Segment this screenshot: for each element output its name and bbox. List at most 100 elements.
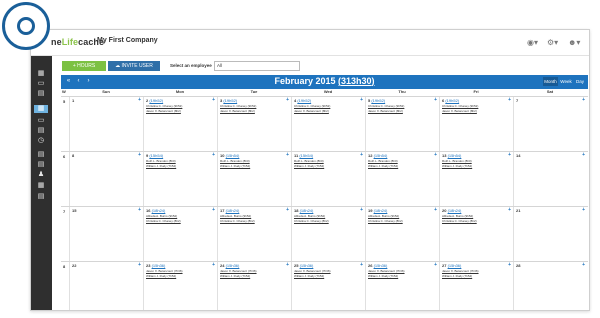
add-entry-plus-icon[interactable]: + xyxy=(360,263,363,268)
time-entry[interactable]: Alfreda A. Burns (9h52) xyxy=(442,214,473,218)
calendar-day-cell[interactable]: 13 (15h54) + Ruth L. Brandon (8h0) William … xyxy=(439,152,513,206)
calendar-day-cell[interactable]: 22 + xyxy=(69,262,143,310)
time-entry[interactable]: William J. Rudy (7h54) xyxy=(220,164,250,168)
employee-select[interactable]: All xyxy=(214,61,300,71)
add-entry-plus-icon[interactable]: + xyxy=(582,153,585,158)
day-total-hours[interactable]: (19h52) xyxy=(149,98,163,103)
add-entry-plus-icon[interactable]: + xyxy=(434,263,437,268)
time-entry[interactable]: Jason X. Betancourt (7h36) xyxy=(294,269,331,273)
day-total-hours[interactable]: (15h36) xyxy=(152,263,166,268)
add-entry-plus-icon[interactable]: + xyxy=(212,208,215,213)
calendar-day-cell[interactable]: 9 (15h54) + Ruth L. Brandon (8h0) William J… xyxy=(143,152,217,206)
time-entry[interactable]: William J. Rudy (7h54) xyxy=(220,274,250,278)
time-entry[interactable]: William J. Rudy (7h54) xyxy=(146,164,176,168)
users-icon[interactable]: ♟ xyxy=(36,171,46,179)
add-entry-plus-icon[interactable]: + xyxy=(138,263,141,268)
time-entry[interactable]: Ruth L. Brandon (8h0) xyxy=(146,159,176,163)
day-total-hours[interactable]: (19h52) xyxy=(445,98,459,103)
time-entry[interactable]: William J. Rudy (7h54) xyxy=(442,274,472,278)
calendar-day-cell[interactable]: 4 (19h52) + Christina C. Chaney (9h52) Jaso… xyxy=(291,97,365,151)
calendar-active-icon[interactable]: ▦ xyxy=(34,105,48,113)
day-total-hours[interactable]: (15h36) xyxy=(300,263,314,268)
day-total-hours[interactable]: (19h52) xyxy=(371,98,385,103)
day-total-hours[interactable]: (18h24) xyxy=(226,208,240,213)
calendar-day-cell[interactable]: 3 (19h52) + Christina C. Chaney (9h52) Jaso… xyxy=(217,97,291,151)
settings-icon[interactable]: ⚙▾ xyxy=(547,38,558,47)
add-entry-plus-icon[interactable]: + xyxy=(508,208,511,213)
time-entry[interactable]: Jason X. Betancourt (8h2) xyxy=(368,109,403,113)
time-entry[interactable]: William J. Rudy (7h54) xyxy=(146,274,176,278)
time-entry[interactable]: Jason X. Betancourt (8h2) xyxy=(294,109,329,113)
add-entry-plus-icon[interactable]: + xyxy=(212,263,215,268)
view-day-button[interactable]: Day xyxy=(574,77,586,86)
calendar-day-cell[interactable]: 27 (15h36) + Jason X. Betancourt (7h36) Wil… xyxy=(439,262,513,310)
add-entry-plus-icon[interactable]: + xyxy=(434,208,437,213)
day-total-hours[interactable]: (15h36) xyxy=(374,263,388,268)
day-total-hours[interactable]: (15h54) xyxy=(374,153,388,158)
add-entry-plus-icon[interactable]: + xyxy=(138,153,141,158)
day-total-hours[interactable]: (18h24) xyxy=(300,208,314,213)
day-total-hours[interactable]: (15h54) xyxy=(448,153,462,158)
time-entry[interactable]: Christina C. Chaney (8h2) xyxy=(146,219,181,223)
add-entry-plus-icon[interactable]: + xyxy=(582,98,585,103)
time-entry[interactable]: Christina C. Chaney (9h52) xyxy=(146,104,182,108)
add-entry-plus-icon[interactable]: + xyxy=(582,263,585,268)
calendar-day-cell[interactable]: 16 (18h24) + Alfreda A. Burns (9h52) Christ… xyxy=(143,207,217,261)
calendar-day-cell[interactable]: 7 + xyxy=(513,97,587,151)
time-entry[interactable]: Jason X. Betancourt (8h2) xyxy=(146,109,181,113)
user-icon[interactable]: ☻▾ xyxy=(568,38,580,47)
time-entry[interactable]: William J. Rudy (7h54) xyxy=(442,164,472,168)
calendar-day-cell[interactable]: 11 (15h54) + Ruth L. Brandon (8h0) William … xyxy=(291,152,365,206)
add-entry-plus-icon[interactable]: + xyxy=(508,98,511,103)
add-entry-plus-icon[interactable]: + xyxy=(434,153,437,158)
day-total-hours[interactable]: (19h52) xyxy=(223,98,237,103)
time-entry[interactable]: William J. Rudy (7h54) xyxy=(368,274,398,278)
calendar-day-cell[interactable]: 19 (18h24) + Alfreda A. Burns (9h52) Christ… xyxy=(365,207,439,261)
time-entry[interactable]: Alfreda A. Burns (9h52) xyxy=(368,214,399,218)
clock-icon[interactable]: ◷ xyxy=(36,137,46,145)
time-entry[interactable]: Jason X. Betancourt (7h36) xyxy=(368,269,405,273)
day-total-hours[interactable]: (18h24) xyxy=(152,208,166,213)
day-total-hours[interactable]: (15h54) xyxy=(226,153,240,158)
time-entry[interactable]: Jason X. Betancourt (8h2) xyxy=(220,109,255,113)
view-month-button[interactable]: Month xyxy=(543,77,558,86)
time-entry[interactable]: Jason X. Betancourt (8h2) xyxy=(442,109,477,113)
day-total-hours[interactable]: (15h54) xyxy=(149,153,163,158)
calendar-day-cell[interactable]: 12 (15h54) + Ruth L. Brandon (8h0) William … xyxy=(365,152,439,206)
time-entry[interactable]: Christina C. Chaney (9h52) xyxy=(294,104,330,108)
day-total-hours[interactable]: (15h54) xyxy=(299,153,313,158)
calendar-day-cell[interactable]: 1 + xyxy=(69,97,143,151)
time-entry[interactable]: Christina C. Chaney (9h52) xyxy=(220,104,256,108)
add-entry-plus-icon[interactable]: + xyxy=(212,98,215,103)
calendar-day-cell[interactable]: 14 + xyxy=(513,152,587,206)
calendar-icon[interactable]: ▦ xyxy=(36,70,46,78)
document-icon[interactable]: ▤ xyxy=(36,161,46,169)
time-entry[interactable]: Alfreda A. Burns (9h52) xyxy=(146,214,177,218)
file-icon[interactable]: ▤ xyxy=(36,151,46,159)
add-entry-plus-icon[interactable]: + xyxy=(286,153,289,158)
clipboard-icon[interactable]: ▤ xyxy=(36,90,46,98)
time-entry[interactable]: Jason X. Betancourt (7h36) xyxy=(442,269,479,273)
add-entry-plus-icon[interactable]: + xyxy=(360,208,363,213)
time-entry[interactable]: Alfreda A. Burns (9h52) xyxy=(294,214,325,218)
folder-icon[interactable]: ▭ xyxy=(36,117,46,125)
report-icon[interactable]: ▦ xyxy=(36,182,46,190)
time-entry[interactable]: William J. Rudy (7h54) xyxy=(294,274,324,278)
add-entry-plus-icon[interactable]: + xyxy=(360,98,363,103)
calendar-day-cell[interactable]: 15 + xyxy=(69,207,143,261)
add-entry-plus-icon[interactable]: + xyxy=(508,263,511,268)
add-hours-button[interactable]: + HOURS xyxy=(62,61,106,71)
day-total-hours[interactable]: (19h52) xyxy=(297,98,311,103)
view-week-button[interactable]: Week xyxy=(559,77,573,86)
calendar-day-cell[interactable]: 21 + xyxy=(513,207,587,261)
calendar-day-cell[interactable]: 20 (18h24) + Alfreda A. Burns (9h52) Christ… xyxy=(439,207,513,261)
add-entry-plus-icon[interactable]: + xyxy=(508,153,511,158)
add-entry-plus-icon[interactable]: + xyxy=(138,208,141,213)
time-entry[interactable]: Ruth L. Brandon (8h0) xyxy=(294,159,324,163)
calendar-day-cell[interactable]: 18 (18h24) + Alfreda A. Burns (9h52) Christ… xyxy=(291,207,365,261)
calendar-day-cell[interactable]: 23 (15h36) + Jason X. Betancourt (7h36) Wil… xyxy=(143,262,217,310)
day-total-hours[interactable]: (18h24) xyxy=(374,208,388,213)
calendar-day-cell[interactable]: 24 (15h36) + Jason X. Betancourt (7h36) Wil… xyxy=(217,262,291,310)
day-total-hours[interactable]: (18h24) xyxy=(448,208,462,213)
time-entry[interactable]: Jason X. Betancourt (7h36) xyxy=(146,269,183,273)
